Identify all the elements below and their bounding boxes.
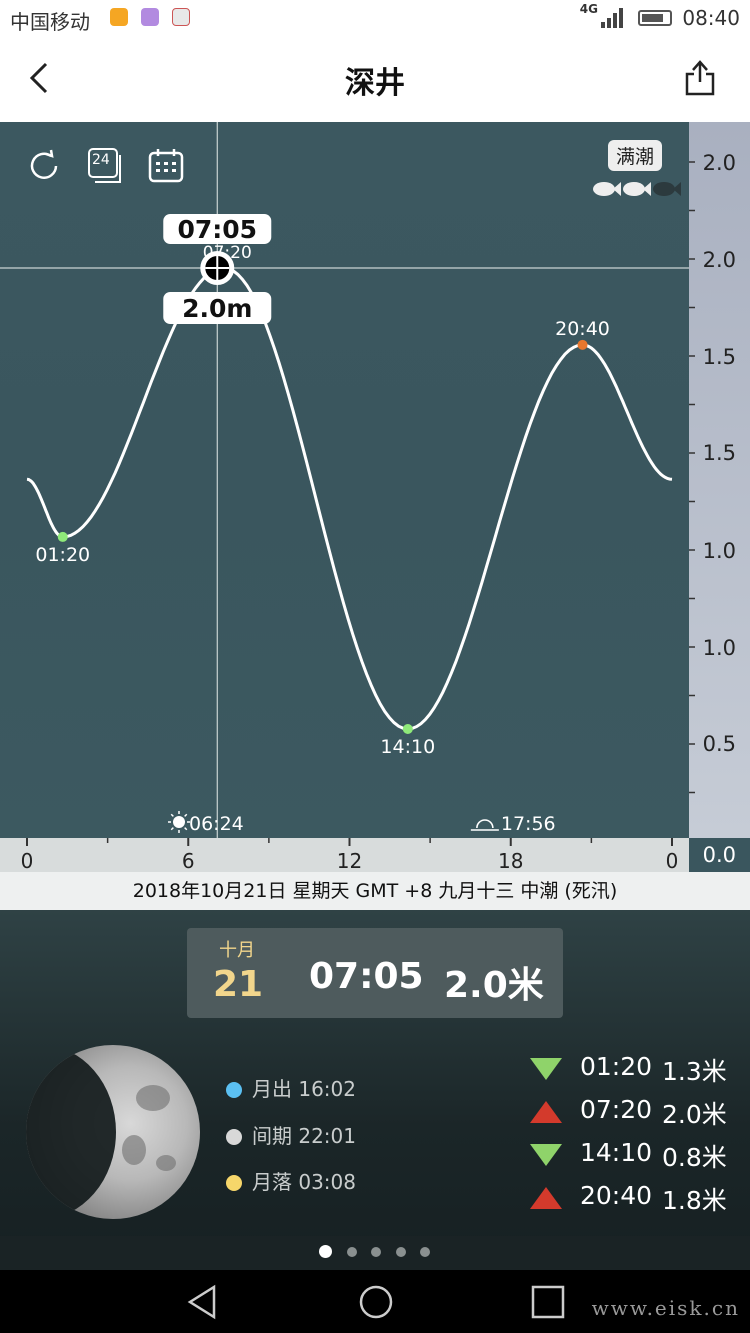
back-icon[interactable] [184,1282,224,1322]
tide-row: 01:20 1.3米 [530,1050,740,1090]
high-tide-icon [530,1187,562,1209]
tide-height: 0.8米 [662,1143,727,1172]
moonset-row: 月落 03:08 [226,1166,356,1195]
y-tick-label: 1.5 [703,345,736,369]
tide-time: 14:10 [580,1138,653,1167]
y-tick-label: 2.0 [703,151,736,175]
low-tide-point [402,724,413,734]
tide-chart-svg: 2.0 2.0 1.5 1.5 1.0 1.0 0.5 0.0 0 6 12 18 0 01:20 14:1… [0,122,736,872]
sunrise-ray [184,813,188,817]
battery-icon [638,10,672,26]
page-dot[interactable] [347,1247,357,1257]
extreme-time-label: 14:10 [380,736,435,758]
page-dot[interactable] [319,1245,332,1258]
24h-button[interactable]: 24 [86,146,126,186]
moon-phase-image [26,1045,200,1219]
recents-icon[interactable] [528,1282,568,1322]
low-tide-point [57,531,68,542]
interval-dot-icon [226,1129,242,1145]
tide-row: 14:10 0.8米 [530,1136,740,1176]
header: 深井 [0,36,750,122]
y-tick-label: 2.0 [703,248,736,272]
sunrise-ray [170,827,174,831]
cursor-time-label: 07:05 [177,215,257,244]
tide-height: 1.3米 [662,1057,727,1086]
x-tick-label: 0 [21,849,34,872]
clock: 08:40 [682,6,740,30]
tide-time: 07:20 [580,1095,653,1124]
moonset-label: 月落 03:08 [252,1170,356,1194]
interval-label: 间期 22:01 [252,1124,356,1148]
notification-app-icon [110,8,128,26]
moonset-dot-icon [226,1175,242,1191]
moonrise-row: 月出 16:02 [226,1073,356,1102]
page-title: 深井 [345,66,405,101]
low-tide-icon [530,1144,562,1166]
refresh-icon[interactable] [24,146,64,186]
tide-time: 20:40 [580,1181,653,1210]
moonrise-dot-icon [226,1082,242,1098]
sunrise-ray [170,813,174,817]
fish-rating-icon [593,182,681,196]
date-info-bar: 2018年10月21日 星期天 GMT +8 九月十三 中潮 (死汛) [0,872,750,910]
extreme-time-label: 20:40 [555,318,610,340]
y-tick-label: 1.5 [703,441,736,465]
high-tide-icon [530,1101,562,1123]
y-tick-label: 1.0 [703,539,736,563]
page-dot[interactable] [396,1247,406,1257]
x-tick-label: 12 [337,849,362,872]
share-icon[interactable] [682,58,718,98]
status-bar: 中国移动 4G 08:40 [0,0,750,36]
tide-height: 1.8米 [662,1186,727,1215]
app-icon [172,8,190,26]
gallery-icon [141,8,159,26]
cursor-height-label: 2.0m [182,294,252,323]
high-tide-point [577,339,588,350]
current-day: 21 [213,964,264,1005]
moonrise-label: 月出 16:02 [252,1077,356,1101]
signal-icon [601,8,623,28]
24h-label: 24 [92,152,110,168]
tide-height: 2.0米 [662,1100,727,1129]
x-tick-label: 0 [666,849,679,872]
sunrise-ray [184,827,188,831]
tide-chart[interactable]: 2.0 2.0 1.5 1.5 1.0 1.0 0.5 0.0 0 6 12 18 0 01:20 14:1… [0,122,750,872]
low-tide-icon [530,1058,562,1080]
current-height: 2.0米 [444,965,544,1006]
page-indicator [0,1236,750,1270]
tide-row: 07:20 2.0米 [530,1093,740,1133]
current-tide-card: 十月 21 07:05 2.0米 [187,928,563,1018]
carrier-label: 中国移动 [10,10,90,34]
system-navigation-bar: www.eisk.cn [0,1270,750,1333]
extreme-time-label: 01:20 [35,544,90,566]
bottom-panel: 十月 21 07:05 2.0米 月出 16:02 间期 22:01 月落 03… [0,910,750,1270]
y-tick-label: 0.0 [703,843,736,867]
y-tick-label: 0.5 [703,732,736,756]
page-dot[interactable] [371,1247,381,1257]
spring-tide-badge: 满潮 [608,140,663,171]
page-dot[interactable] [420,1247,430,1257]
y-tick-label: 1.0 [703,636,736,660]
x-tick-label: 18 [498,849,523,872]
home-icon[interactable] [356,1282,396,1322]
sunset-icon [470,819,499,831]
moon-interval-row: 间期 22:01 [226,1120,356,1149]
sunset-time: 17:56 [501,813,556,835]
tide-row: 20:40 1.8米 [530,1179,740,1219]
tide-time: 01:20 [580,1052,653,1081]
watermark: www.eisk.cn [591,1296,740,1320]
x-tick-label: 6 [182,849,195,872]
sunrise-icon [173,816,185,828]
calendar-icon[interactable] [146,146,186,186]
current-time: 07:05 [309,956,424,997]
network-type: 4G [579,2,598,16]
sunrise-time: 06:24 [189,813,244,835]
current-month: 十月 [219,940,255,961]
